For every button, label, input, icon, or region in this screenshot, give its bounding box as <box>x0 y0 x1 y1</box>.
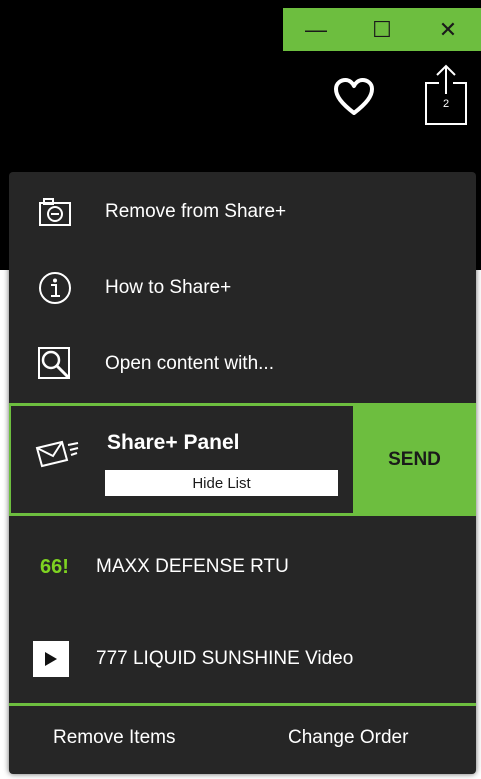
list-item-maxx-defense[interactable]: 66! MAXX DEFENSE RTU <box>9 537 476 597</box>
magnifier-icon <box>36 345 74 383</box>
send-button[interactable]: SEND <box>353 403 476 516</box>
hide-list-button[interactable]: Hide List <box>105 470 338 496</box>
close-button[interactable]: ✕ <box>423 8 473 51</box>
maximize-button[interactable]: ☐ <box>357 8 407 51</box>
heart-outline-icon <box>334 78 374 115</box>
item-badge: 66! <box>40 555 69 578</box>
menu-item-open-content-with[interactable]: Open content with... <box>9 332 476 396</box>
share-panel-title: Share+ Panel <box>107 431 240 454</box>
remove-items-button[interactable]: Remove Items <box>53 727 175 749</box>
list-item-liquid-sunshine-video[interactable]: 777 LIQUID SUNSHINE Video <box>9 629 476 689</box>
info-icon <box>36 269 74 307</box>
share-panel-section: Share+ Panel Hide List SEND <box>9 403 476 516</box>
change-order-button[interactable]: Change Order <box>288 727 408 749</box>
menu-item-remove-from-share[interactable]: Remove from Share+ <box>9 180 476 244</box>
share-button[interactable]: 2 <box>424 64 468 128</box>
share-count-badge: 2 <box>442 97 450 110</box>
share-panel-body: Share+ Panel Hide List <box>11 406 353 513</box>
menu-item-how-to-share[interactable]: How to Share+ <box>9 256 476 320</box>
title-bar: — ☐ ✕ <box>283 8 481 51</box>
camera-remove-icon <box>36 193 74 231</box>
list-item-label: 777 LIQUID SUNSHINE Video <box>96 648 354 669</box>
share-menu-panel: Remove from Share+ How to Share+ Open co… <box>9 172 476 774</box>
menu-item-label: Remove from Share+ <box>105 201 287 222</box>
menu-item-label: How to Share+ <box>105 277 232 298</box>
play-icon <box>33 641 69 677</box>
menu-item-label: Open content with... <box>105 353 274 374</box>
envelope-icon <box>34 438 80 475</box>
minimize-button[interactable]: — <box>291 8 341 51</box>
favorite-button[interactable] <box>330 75 378 119</box>
footer-divider <box>9 703 476 706</box>
list-item-label: MAXX DEFENSE RTU <box>96 556 289 577</box>
